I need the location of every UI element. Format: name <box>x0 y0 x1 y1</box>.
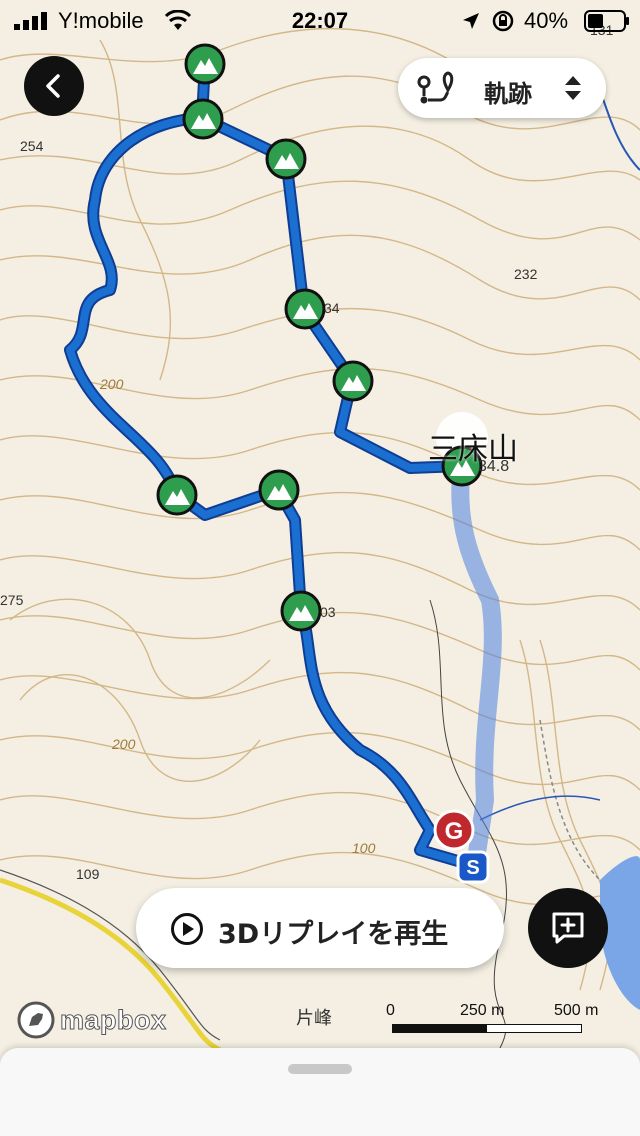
scale-bar: 0 250 m 500 m <box>380 1000 620 1040</box>
contour-label: 200 <box>112 736 136 752</box>
contour-label: 100 <box>352 840 376 856</box>
elevation-label: 275 <box>0 592 24 608</box>
status-bar: Y!mobile 22:07 40% <box>0 0 640 40</box>
elevation-label: 34 <box>324 300 340 316</box>
battery-percentage: 40% <box>524 8 569 33</box>
waypoint-marker[interactable] <box>184 43 226 85</box>
scale-bar-graphic <box>392 1024 582 1033</box>
scale-label-0: 0 <box>386 1002 395 1019</box>
mapbox-logo-icon <box>17 1001 55 1039</box>
battery-icon <box>584 10 629 32</box>
bottom-sheet[interactable] <box>0 1048 640 1136</box>
goal-marker[interactable]: G <box>433 809 475 851</box>
replay-3d-label: 3Dリプレイを再生 <box>218 919 449 950</box>
replay-3d-button[interactable]: 3Dリプレイを再生 <box>136 888 504 968</box>
track-selector-label: 軌跡 <box>484 80 532 108</box>
elevation-label: 254 <box>20 138 44 154</box>
start-marker-label: S <box>466 857 479 879</box>
waypoint-marker[interactable] <box>182 98 224 140</box>
elevation-label: 109 <box>76 866 100 882</box>
peak-elevation-label: 34.8 <box>478 458 510 475</box>
place-label: 片峰 <box>296 1008 332 1028</box>
start-marker[interactable]: S <box>456 850 490 884</box>
location-arrow-icon <box>463 13 479 29</box>
route-icon <box>417 71 454 104</box>
waypoint-marker[interactable] <box>284 288 326 330</box>
waypoint-marker[interactable] <box>265 138 307 180</box>
scale-label-250: 250 m <box>460 1002 505 1019</box>
add-comment-button[interactable] <box>528 888 608 968</box>
waypoint-marker[interactable] <box>332 360 374 402</box>
comment-plus-icon <box>552 912 584 944</box>
back-button[interactable] <box>24 56 84 116</box>
elevation-label: 03 <box>320 604 336 620</box>
elevation-label: 232 <box>514 266 538 282</box>
waypoint-marker[interactable] <box>258 469 300 511</box>
play-circle-icon <box>171 913 203 945</box>
orientation-lock-icon <box>492 10 514 32</box>
scale-label-500: 500 m <box>554 1002 599 1019</box>
sheet-drag-handle[interactable] <box>288 1064 352 1074</box>
contour-label: 200 <box>100 376 124 392</box>
waypoint-marker[interactable] <box>156 474 198 516</box>
chevron-left-icon <box>46 74 60 98</box>
track-selector[interactable]: 軌跡 <box>398 58 606 118</box>
sort-updown-icon <box>565 76 581 100</box>
mapbox-logo-text: mapbox <box>60 1004 167 1035</box>
waypoint-marker[interactable] <box>280 590 322 632</box>
goal-marker-label: G <box>445 818 464 845</box>
mapbox-attribution[interactable]: mapbox <box>16 998 167 1042</box>
